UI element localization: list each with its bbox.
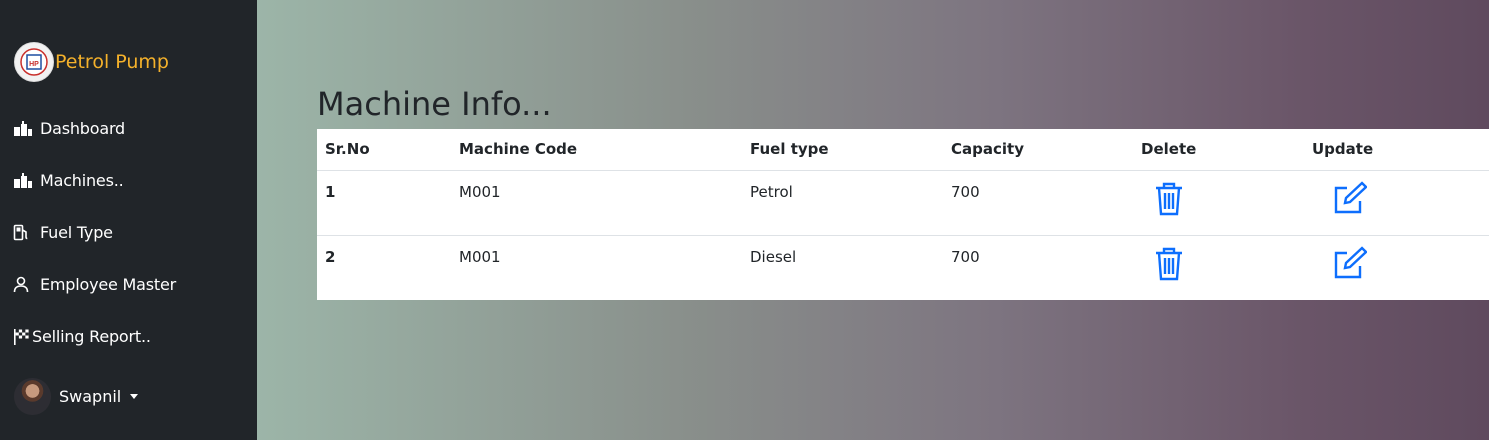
pencil-square-icon[interactable] (1331, 180, 1368, 221)
sidebar-item-label: Selling Report.. (32, 327, 151, 346)
table-row: 1 M001 Petrol 700 (317, 170, 1489, 236)
sidebar-item-label: Fuel Type (40, 223, 113, 242)
cell-sr-no: 1 (317, 170, 451, 236)
brand-name: Petrol Pump (55, 51, 169, 73)
user-menu[interactable]: Swapnil (14, 378, 139, 415)
sidebar-item-fuel-type[interactable]: Fuel Type (13, 223, 113, 242)
cell-delete (1133, 170, 1304, 236)
fuel-pump-icon (13, 224, 35, 242)
user-name: Swapnil (59, 387, 122, 406)
page-title: Machine Info... (317, 85, 552, 123)
sidebar-item-selling-report[interactable]: Selling Report.. (13, 327, 151, 346)
sidebar-item-employee-master[interactable]: Employee Master (13, 275, 176, 294)
main-content: Machine Info... Sr.No Machine Code Fuel … (257, 0, 1489, 440)
cell-fuel-type: Petrol (742, 170, 943, 236)
sidebar: HP Petrol Pump Dashboard Machines.. Fuel… (0, 0, 257, 440)
table-row: 2 M001 Diesel 700 (317, 235, 1489, 300)
machine-table: Sr.No Machine Code Fuel type Capacity De… (317, 129, 1489, 300)
sidebar-item-label: Machines.. (40, 171, 124, 190)
header-update: Update (1304, 129, 1489, 171)
person-icon (13, 276, 35, 294)
trash-icon[interactable] (1153, 181, 1185, 221)
avatar (14, 378, 51, 415)
header-delete: Delete (1133, 129, 1304, 171)
table-header-row: Sr.No Machine Code Fuel type Capacity De… (317, 129, 1489, 171)
cell-capacity: 700 (951, 247, 980, 266)
cell-fuel-type: Diesel (750, 247, 797, 266)
sidebar-item-label: Employee Master (40, 275, 176, 294)
svg-text:HP: HP (29, 61, 39, 68)
header-capacity: Capacity (943, 129, 1133, 171)
header-sr-no: Sr.No (317, 129, 451, 171)
sidebar-item-machines[interactable]: Machines.. (13, 171, 124, 190)
building-icon (13, 120, 35, 138)
cell-machine-code: M001 (459, 247, 501, 266)
cell-update (1304, 170, 1489, 236)
sidebar-item-label: Dashboard (40, 119, 126, 138)
building-icon (13, 172, 35, 190)
cell-sr-no: 2 (325, 247, 336, 266)
trash-icon[interactable] (1153, 246, 1185, 286)
cell-capacity: 700 (943, 170, 1133, 236)
header-fuel-type: Fuel type (742, 129, 943, 171)
pencil-square-icon[interactable] (1331, 245, 1368, 286)
cell-machine-code: M001 (451, 170, 742, 236)
header-machine-code: Machine Code (451, 129, 742, 171)
caret-down-icon (130, 394, 139, 399)
sidebar-item-dashboard[interactable]: Dashboard (13, 119, 125, 138)
flag-checkered-icon (13, 328, 31, 346)
cell-update (1304, 235, 1489, 300)
cell-delete (1133, 235, 1304, 300)
brand[interactable]: HP Petrol Pump (14, 42, 169, 82)
hp-logo-icon: HP (14, 42, 54, 82)
